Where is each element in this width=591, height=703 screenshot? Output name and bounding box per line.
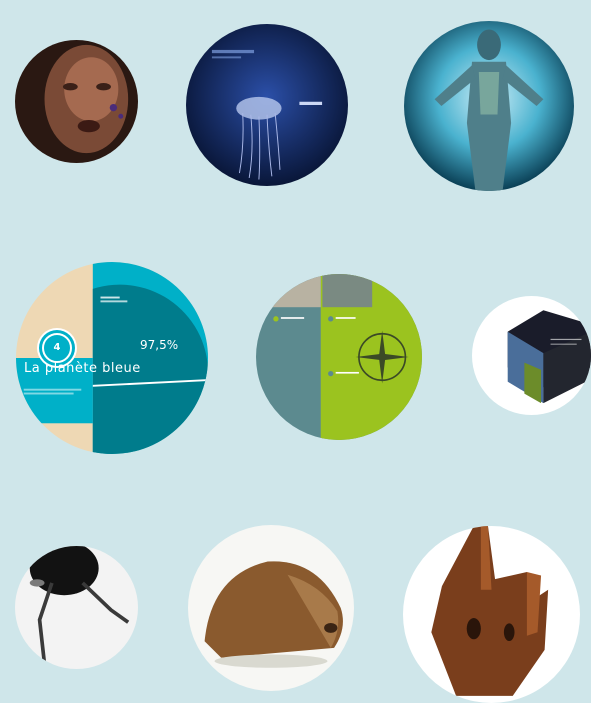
chapter-number-badge: 4 — [42, 333, 72, 363]
hedgehog-image — [188, 525, 354, 691]
human-xray-tile[interactable] — [404, 21, 574, 191]
compass-tile[interactable] — [256, 274, 422, 440]
beetle-tile[interactable] — [15, 546, 138, 669]
jellyfish-tile[interactable] — [186, 24, 348, 186]
cube-tile[interactable] — [472, 296, 591, 415]
hedgehog-tile[interactable] — [188, 525, 354, 691]
portrait-face-image — [15, 40, 138, 163]
human-xray-image — [404, 21, 574, 191]
wooden-mask-tile[interactable] — [403, 526, 580, 703]
planet-title: La planète bleue — [24, 361, 141, 376]
compass-image — [256, 274, 422, 440]
blue-planet-tile[interactable] — [16, 262, 208, 454]
portrait-face-tile[interactable] — [15, 40, 138, 163]
water-percent-label: 97,5% — [140, 338, 179, 352]
jellyfish-image — [186, 24, 348, 186]
blue-planet-image — [16, 262, 208, 454]
beetle-image — [15, 546, 138, 669]
wooden-mask-image — [403, 526, 580, 703]
cube-image — [472, 296, 591, 415]
